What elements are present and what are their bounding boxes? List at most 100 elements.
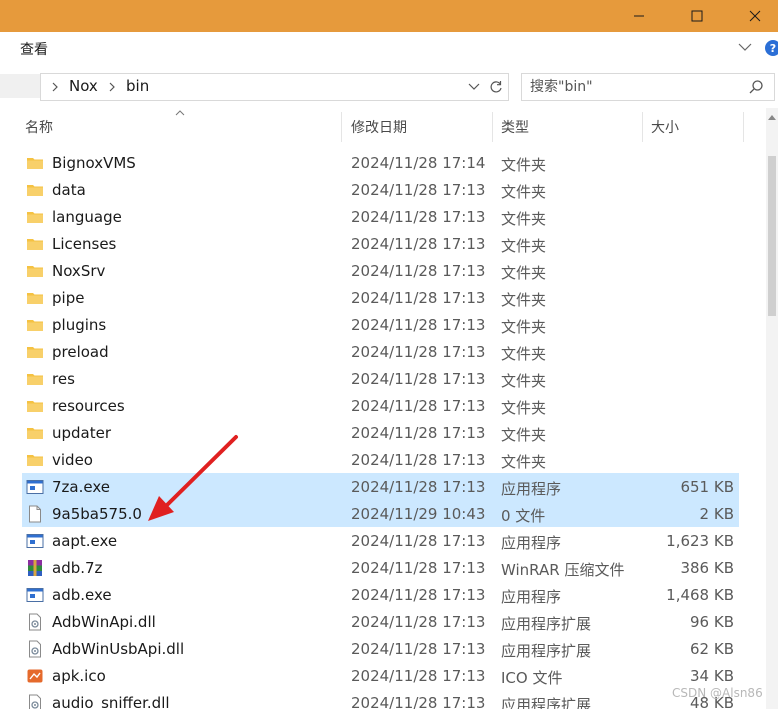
file-modified: 2024/11/28 17:13 [351, 640, 486, 658]
file-name: aapt.exe [52, 532, 118, 550]
file-type: 文件夹 [501, 345, 547, 363]
close-button[interactable] [732, 0, 778, 32]
dll-icon [26, 694, 44, 709]
file-modified: 2024/11/28 17:13 [351, 181, 486, 199]
file-row[interactable]: AdbWinUsbApi.dll 2024/11/28 17:13 应用程序扩展 62… [22, 635, 739, 662]
exe-icon [26, 586, 44, 604]
address-bar[interactable]: Nox bin [40, 73, 486, 101]
chevron-down-icon[interactable] [468, 83, 480, 91]
refresh-icon [490, 81, 502, 93]
folder-icon [26, 154, 44, 172]
file-row[interactable]: updater 2024/11/28 17:13 文件夹 [22, 419, 739, 446]
file-row[interactable]: resources 2024/11/28 17:13 文件夹 [22, 392, 739, 419]
folder-icon [26, 316, 44, 334]
minimize-button[interactable] [616, 0, 662, 32]
file-type: 应用程序 [501, 480, 562, 498]
file-name: video [52, 451, 93, 469]
file-name: plugins [52, 316, 107, 334]
column-header-size[interactable]: 大小 [651, 117, 679, 137]
folder-icon [26, 289, 44, 307]
file-name: res [52, 370, 75, 388]
file-size: 1,468 KB [666, 586, 734, 604]
file-modified: 2024/11/28 17:13 [351, 208, 486, 226]
file-name: resources [52, 397, 125, 415]
search-icon[interactable] [748, 79, 764, 95]
file-row[interactable]: language 2024/11/28 17:13 文件夹 [22, 203, 739, 230]
refresh-button[interactable] [484, 73, 509, 101]
file-type: 文件夹 [501, 399, 547, 417]
file-row[interactable]: adb.exe 2024/11/28 17:13 应用程序 1,468 KB [22, 581, 739, 608]
chevron-down-icon[interactable] [738, 42, 752, 52]
file-type: 文件夹 [501, 318, 547, 336]
file-row[interactable]: apk.ico 2024/11/28 17:13 ICO 文件 34 KB [22, 662, 739, 689]
maximize-button[interactable] [674, 0, 720, 32]
column-header-type[interactable]: 类型 [501, 117, 529, 137]
file-size: 386 KB [680, 559, 734, 577]
file-name: language [52, 208, 122, 226]
chevron-right-icon[interactable] [51, 82, 59, 92]
file-name: audio_sniffer.dll [52, 694, 170, 709]
file-row[interactable]: Licenses 2024/11/28 17:13 文件夹 [22, 230, 739, 257]
file-modified: 2024/11/28 17:13 [351, 262, 486, 280]
winrar-icon [26, 559, 44, 577]
column-divider[interactable] [642, 112, 643, 142]
file-type: 文件夹 [501, 453, 547, 471]
search-box[interactable] [521, 73, 775, 101]
dll-icon [26, 640, 44, 658]
file-modified: 2024/11/28 17:13 [351, 316, 486, 334]
file-name: preload [52, 343, 109, 361]
file-type: 文件夹 [501, 210, 547, 228]
path-prefix-strip [0, 74, 40, 98]
file-row[interactable]: adb.7z 2024/11/28 17:13 WinRAR 压缩文件 386 KB [22, 554, 739, 581]
file-row[interactable]: preload 2024/11/28 17:13 文件夹 [22, 338, 739, 365]
file-row[interactable]: plugins 2024/11/28 17:13 文件夹 [22, 311, 739, 338]
file-row[interactable]: res 2024/11/28 17:13 文件夹 [22, 365, 739, 392]
file-name: adb.exe [52, 586, 112, 604]
file-row[interactable]: NoxSrv 2024/11/28 17:13 文件夹 [22, 257, 739, 284]
file-list: BignoxVMS 2024/11/28 17:14 文件夹 data 2024/11/… [0, 148, 766, 709]
file-icon [26, 505, 44, 523]
file-type: 应用程序扩展 [501, 615, 592, 633]
file-row[interactable]: data 2024/11/28 17:13 文件夹 [22, 176, 739, 203]
menu-view[interactable]: 查看 [20, 39, 48, 59]
column-divider[interactable] [492, 112, 493, 142]
help-icon[interactable]: ? [765, 40, 778, 56]
minimize-icon [634, 15, 644, 17]
folder-icon [26, 262, 44, 280]
file-row[interactable]: 9a5ba575.0 2024/11/29 10:43 0 文件 2 KB [22, 500, 739, 527]
file-row[interactable]: video 2024/11/28 17:13 文件夹 [22, 446, 739, 473]
scrollbar-thumb[interactable] [768, 156, 776, 316]
file-name: Licenses [52, 235, 117, 253]
file-row[interactable]: pipe 2024/11/28 17:13 文件夹 [22, 284, 739, 311]
file-name: apk.ico [52, 667, 106, 685]
ico-icon [26, 667, 44, 685]
title-bar [0, 0, 778, 32]
column-divider[interactable] [743, 112, 744, 142]
file-row[interactable]: AdbWinApi.dll 2024/11/28 17:13 应用程序扩展 96 KB [22, 608, 739, 635]
file-size: 651 KB [680, 478, 734, 496]
file-row[interactable]: BignoxVMS 2024/11/28 17:14 文件夹 [22, 149, 739, 176]
column-divider[interactable] [341, 112, 342, 142]
search-input[interactable] [530, 77, 740, 97]
scroll-up-icon[interactable] [768, 114, 776, 120]
menu-bar: 查看 ? [0, 32, 778, 64]
folder-icon [26, 343, 44, 361]
vertical-scrollbar[interactable] [766, 108, 778, 709]
file-type: 文件夹 [501, 426, 547, 444]
breadcrumb-nox[interactable]: Nox [69, 77, 98, 95]
column-header-modified[interactable]: 修改日期 [351, 117, 407, 137]
file-modified: 2024/11/28 17:14 [351, 154, 486, 172]
file-modified: 2024/11/28 17:13 [351, 397, 486, 415]
file-name: pipe [52, 289, 85, 307]
file-name: data [52, 181, 86, 199]
file-row[interactable]: aapt.exe 2024/11/28 17:13 应用程序 1,623 KB [22, 527, 739, 554]
column-header-name[interactable]: 名称 [25, 117, 53, 137]
folder-icon [26, 397, 44, 415]
file-row[interactable]: 7za.exe 2024/11/28 17:13 应用程序 651 KB [22, 473, 739, 500]
chevron-right-icon[interactable] [108, 82, 116, 92]
file-row[interactable]: audio_sniffer.dll 2024/11/28 17:13 应用程序扩展 4… [22, 689, 739, 709]
breadcrumb-bin[interactable]: bin [126, 77, 149, 95]
folder-icon [26, 235, 44, 253]
file-type: WinRAR 压缩文件 [501, 561, 625, 579]
file-size: 34 KB [690, 667, 734, 685]
